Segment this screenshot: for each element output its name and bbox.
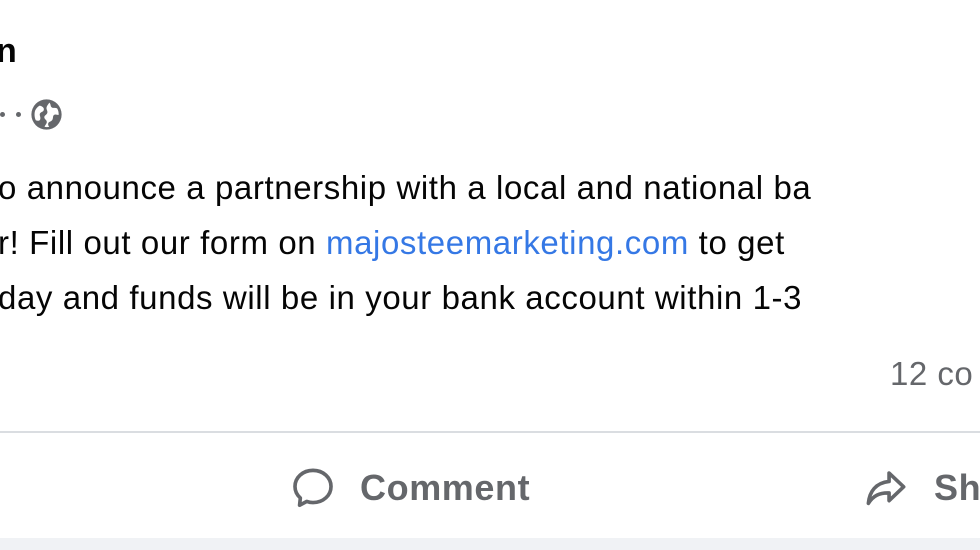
meta-separator-dot: [16, 111, 21, 117]
actions-divider: [0, 431, 980, 433]
post-text-line-1: o announce a partnership with a local an…: [0, 169, 812, 206]
globe-icon[interactable]: [30, 98, 63, 131]
post-text-line-3: day and funds will be in your bank accou…: [0, 279, 803, 316]
feed-background-strip: [0, 538, 980, 550]
comment-button[interactable]: Comment: [290, 462, 530, 514]
meta-separator-dot: [0, 111, 5, 117]
website-link[interactable]: majosteemarketing.com: [326, 224, 689, 261]
post-author-name[interactable]: n: [0, 34, 17, 68]
comment-icon: [293, 468, 333, 508]
post-text-line-2-end: to get: [688, 224, 785, 261]
share-label: Sh: [934, 467, 980, 508]
share-button[interactable]: Sh: [862, 462, 980, 514]
facebook-post-card: n o announce a partnership with a local …: [0, 0, 980, 550]
comments-count-link[interactable]: 12 co: [890, 355, 973, 393]
share-icon: [866, 471, 906, 506]
post-meta-row: [0, 96, 63, 132]
post-body-text: o announce a partnership with a local an…: [0, 160, 980, 325]
post-text-line-2: r! Fill out our form on majosteemarketin…: [0, 215, 980, 270]
post-text-line-2-start: r! Fill out our form on: [0, 224, 326, 261]
comment-label: Comment: [360, 467, 531, 508]
